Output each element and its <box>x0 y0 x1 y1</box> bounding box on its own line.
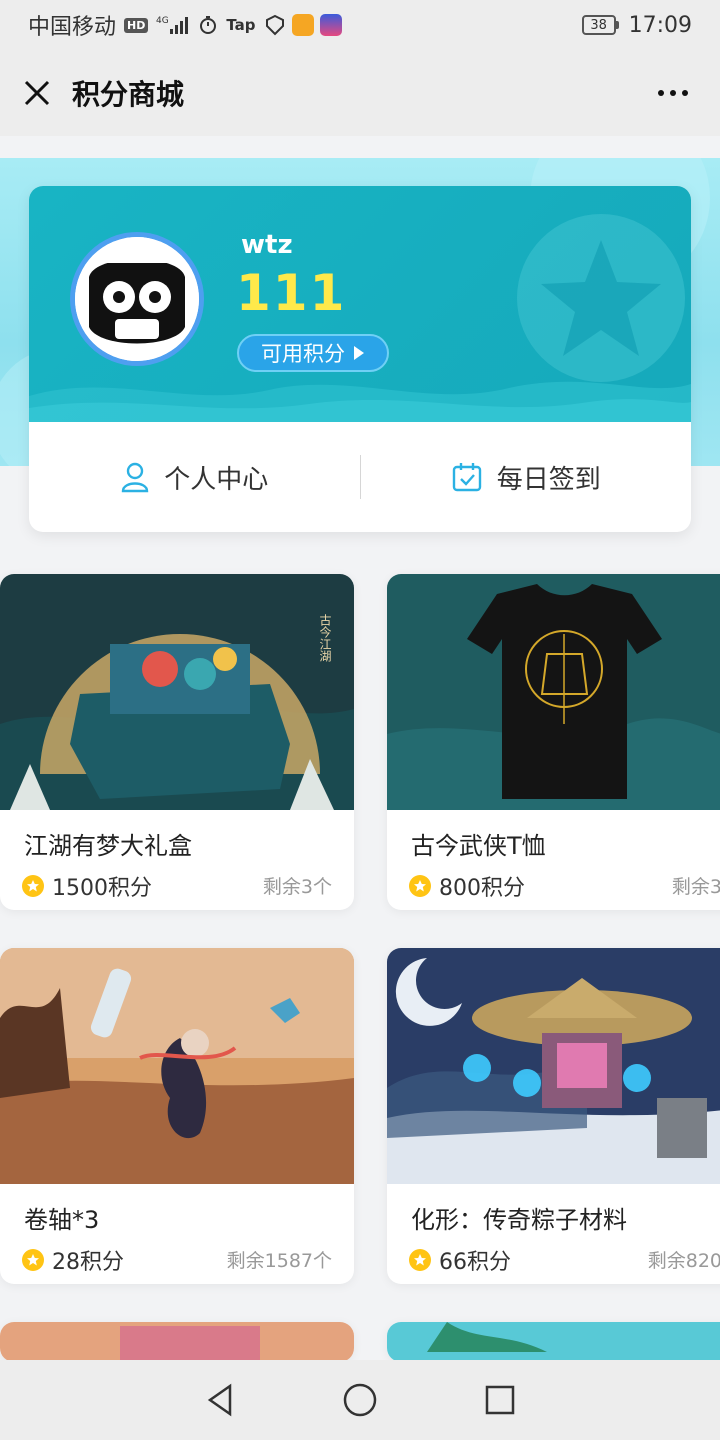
avatar[interactable] <box>70 232 204 366</box>
product-name: 古今武侠T恤 <box>411 832 546 860</box>
notification-icons <box>264 14 342 36</box>
personal-center-button[interactable]: 个人中心 <box>29 422 360 532</box>
product-stock: 剩余3个 <box>671 876 720 898</box>
product-image <box>0 948 354 1184</box>
page-title: 积分商城 <box>72 78 185 111</box>
coin-icon <box>409 1249 431 1271</box>
profile-actions: 个人中心 每日签到 <box>29 422 691 532</box>
product-price: 28积分 <box>22 1244 124 1276</box>
battery-tip <box>615 21 619 29</box>
battery-level: 38 <box>581 15 616 35</box>
product-card[interactable]: 卷轴*3 28积分 剩余1587个 <box>0 948 354 1284</box>
product-image <box>0 1322 354 1362</box>
clock: 17:09 <box>628 12 692 38</box>
coin-icon <box>409 875 431 897</box>
hd-badge: HD <box>124 17 149 33</box>
product-card[interactable] <box>387 1322 720 1362</box>
mail-app-icon <box>291 14 314 36</box>
status-right: 38 17:09 <box>581 12 692 38</box>
product-price: 800积分 <box>409 870 525 902</box>
profile-card-header: wtz 111 可用积分 <box>29 186 691 422</box>
daily-checkin-button[interactable]: 每日签到 <box>361 422 692 532</box>
product-price-value: 1500积分 <box>52 876 152 901</box>
product-card[interactable] <box>0 1322 354 1362</box>
product-name: 卷轴*3 <box>24 1206 100 1234</box>
status-bar: 中国移动 HD 4G Tap 38 17:09 <box>0 0 720 50</box>
product-name: 化形：传奇粽子材料 <box>411 1206 627 1234</box>
product-name: 江湖有梦大礼盒 <box>24 832 192 860</box>
product-image <box>387 574 720 810</box>
product-price: 66积分 <box>409 1244 511 1276</box>
more-icon-dot <box>670 90 676 96</box>
profile-card: wtz 111 可用积分 个人中心 每日签到 <box>29 186 691 532</box>
timer-icon <box>198 15 218 35</box>
points-value: 111 <box>236 264 347 322</box>
coin-icon <box>22 1249 44 1271</box>
calendar-check-icon <box>452 463 481 492</box>
carrier-name: 中国移动 <box>28 15 117 40</box>
recents-button[interactable] <box>475 1375 525 1425</box>
coin-icon <box>22 875 44 897</box>
shield-icon <box>264 14 286 36</box>
home-icon <box>343 1383 377 1417</box>
nav-bar: 积分商城 <box>0 50 720 136</box>
svg-text:古今江湖: 古今江湖 <box>318 613 332 662</box>
avatar-image <box>75 237 199 361</box>
product-image <box>387 1322 720 1362</box>
product-card[interactable]: 古今江湖 江湖有梦大礼盒 1500积分 剩余3个 <box>0 574 354 910</box>
recents-icon <box>485 1385 515 1415</box>
available-points-button[interactable]: 可用积分 <box>237 334 389 372</box>
home-button[interactable] <box>335 1375 385 1425</box>
more-icon-dot <box>682 90 688 96</box>
product-image: 古今江湖 <box>0 574 354 810</box>
daily-checkin-label: 每日签到 <box>496 464 601 495</box>
signal-icon: 4G <box>156 14 190 36</box>
close-icon <box>24 80 50 106</box>
product-price: 1500积分 <box>22 870 152 902</box>
tap-icon: Tap <box>226 16 256 34</box>
game-app-icon <box>319 14 342 36</box>
product-image <box>387 948 720 1184</box>
product-stock: 剩余820个 <box>647 1250 720 1272</box>
play-arrow-icon <box>354 346 364 360</box>
user-icon <box>122 462 149 493</box>
product-card[interactable]: 古今武侠T恤 800积分 剩余3个 <box>387 574 720 910</box>
battery-icon: 38 <box>581 15 619 35</box>
product-stock: 剩余3个 <box>262 876 332 898</box>
back-button[interactable] <box>195 1375 245 1425</box>
more-icon <box>658 90 664 96</box>
product-price-value: 800积分 <box>439 876 525 901</box>
close-button[interactable] <box>20 76 54 110</box>
back-icon <box>207 1383 232 1417</box>
status-left: 中国移动 HD 4G Tap <box>28 9 342 41</box>
svg-text:4G: 4G <box>156 16 169 26</box>
username: wtz <box>241 230 293 260</box>
more-button[interactable] <box>646 82 700 104</box>
product-card[interactable]: 化形：传奇粽子材料 66积分 剩余820个 <box>387 948 720 1284</box>
personal-center-label: 个人中心 <box>164 464 269 495</box>
product-price-value: 66积分 <box>439 1250 511 1275</box>
product-price-value: 28积分 <box>52 1250 124 1275</box>
product-stock: 剩余1587个 <box>226 1250 332 1272</box>
available-points-label: 可用积分 <box>261 342 345 366</box>
system-navigation-bar <box>0 1360 720 1440</box>
